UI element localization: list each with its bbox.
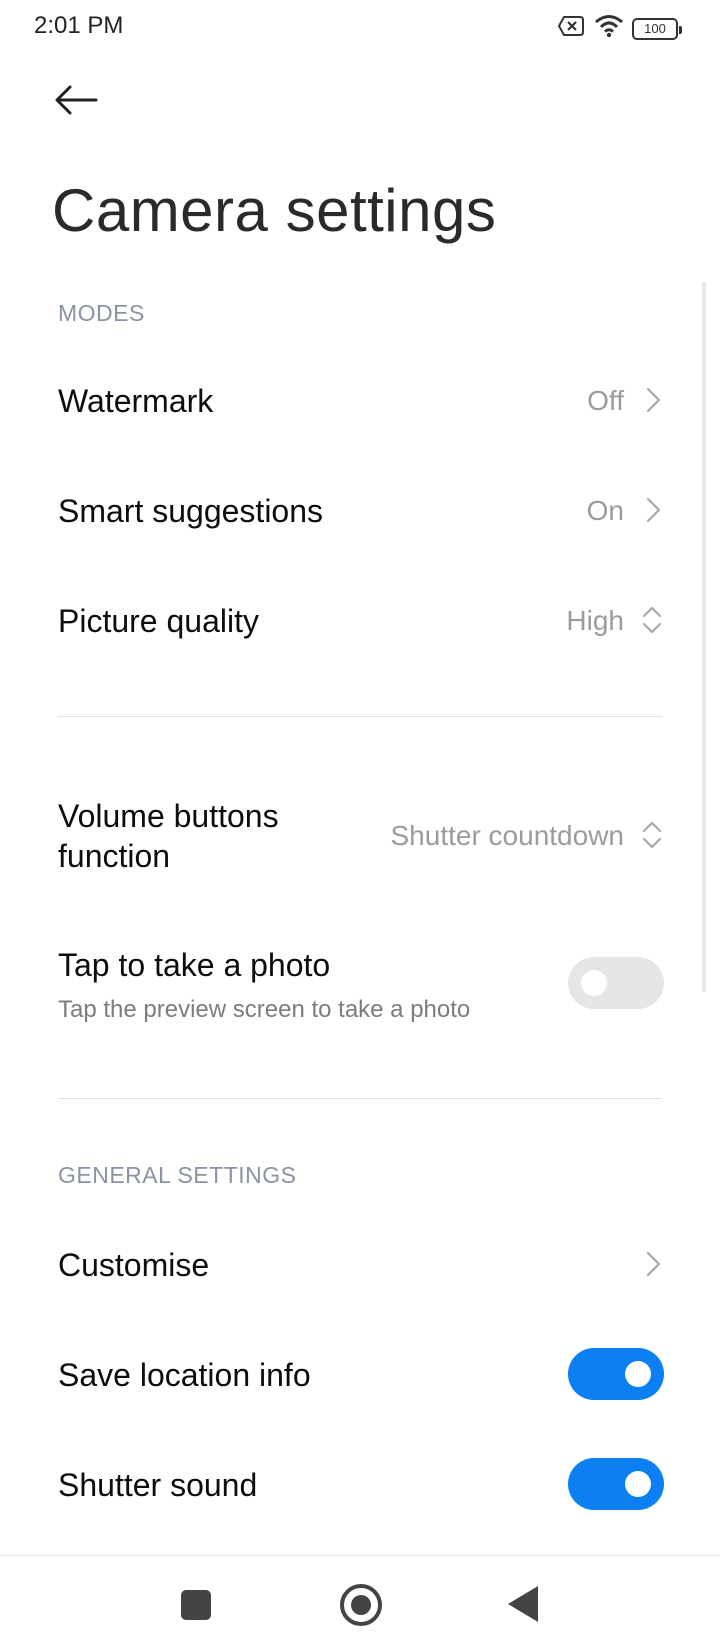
wifi-icon bbox=[594, 14, 624, 43]
tap-to-take-photo-label: Tap to take a photo bbox=[58, 947, 331, 983]
setting-shutter-sound[interactable]: Shutter sound bbox=[0, 1432, 720, 1536]
navigation-bar bbox=[0, 1555, 720, 1650]
customise-label: Customise bbox=[58, 1247, 210, 1283]
home-button[interactable] bbox=[340, 1584, 382, 1626]
section-header-modes: MODES bbox=[58, 300, 145, 326]
volume-buttons-label-line2: function bbox=[58, 838, 171, 874]
toggle-knob bbox=[625, 1361, 651, 1387]
status-bar: 2:01 PM 100 bbox=[0, 0, 720, 56]
save-location-info-toggle[interactable] bbox=[568, 1348, 664, 1400]
smart-suggestions-label: Smart suggestions bbox=[58, 493, 324, 529]
sim-off-icon bbox=[557, 14, 586, 43]
smart-suggestions-value: On bbox=[586, 495, 624, 526]
volume-buttons-value: Shutter countdown bbox=[390, 820, 625, 851]
chevron-right-icon bbox=[640, 1248, 664, 1280]
arrow-left-icon bbox=[54, 84, 98, 121]
chevron-right-icon bbox=[640, 384, 664, 416]
chevron-up-down-icon bbox=[640, 604, 664, 636]
back-button[interactable] bbox=[54, 82, 100, 122]
setting-save-location-info[interactable]: Save location info bbox=[0, 1322, 720, 1426]
setting-customise[interactable]: Customise bbox=[0, 1212, 720, 1316]
setting-smart-suggestions[interactable]: Smart suggestions On bbox=[0, 460, 720, 564]
home-icon bbox=[351, 1595, 371, 1615]
tap-to-take-photo-description: Tap the preview screen to take a photo bbox=[58, 996, 471, 1023]
setting-tap-to-take-photo[interactable]: Tap to take a photo Tap the preview scre… bbox=[0, 930, 720, 1040]
divider bbox=[58, 1098, 662, 1099]
setting-watermark[interactable]: Watermark Off bbox=[0, 350, 720, 454]
picture-quality-value: High bbox=[566, 605, 624, 636]
chevron-up-down-icon bbox=[640, 819, 664, 851]
page-title: Camera settings bbox=[52, 177, 497, 244]
toggle-knob bbox=[625, 1471, 651, 1497]
battery-icon: 100 bbox=[632, 17, 682, 40]
save-location-info-label: Save location info bbox=[58, 1357, 311, 1393]
shutter-sound-toggle[interactable] bbox=[568, 1458, 664, 1510]
picture-quality-label: Picture quality bbox=[58, 603, 259, 639]
status-icons: 100 bbox=[557, 14, 682, 43]
watermark-value: Off bbox=[587, 385, 624, 416]
toggle-knob bbox=[581, 970, 607, 996]
setting-volume-buttons-function[interactable]: Volume buttons function Shutter countdow… bbox=[0, 780, 720, 892]
setting-picture-quality[interactable]: Picture quality High bbox=[0, 570, 720, 674]
section-header-general-settings: GENERAL SETTINGS bbox=[58, 1162, 297, 1188]
recent-apps-button[interactable] bbox=[181, 1590, 211, 1620]
divider bbox=[58, 716, 662, 717]
status-time: 2:01 PM bbox=[34, 12, 124, 39]
shutter-sound-label: Shutter sound bbox=[58, 1467, 258, 1503]
tap-to-take-photo-toggle[interactable] bbox=[568, 957, 664, 1009]
volume-buttons-label-line1: Volume buttons bbox=[58, 798, 279, 834]
watermark-label: Watermark bbox=[58, 383, 214, 419]
chevron-right-icon bbox=[640, 494, 664, 526]
nav-back-button[interactable] bbox=[508, 1586, 538, 1622]
